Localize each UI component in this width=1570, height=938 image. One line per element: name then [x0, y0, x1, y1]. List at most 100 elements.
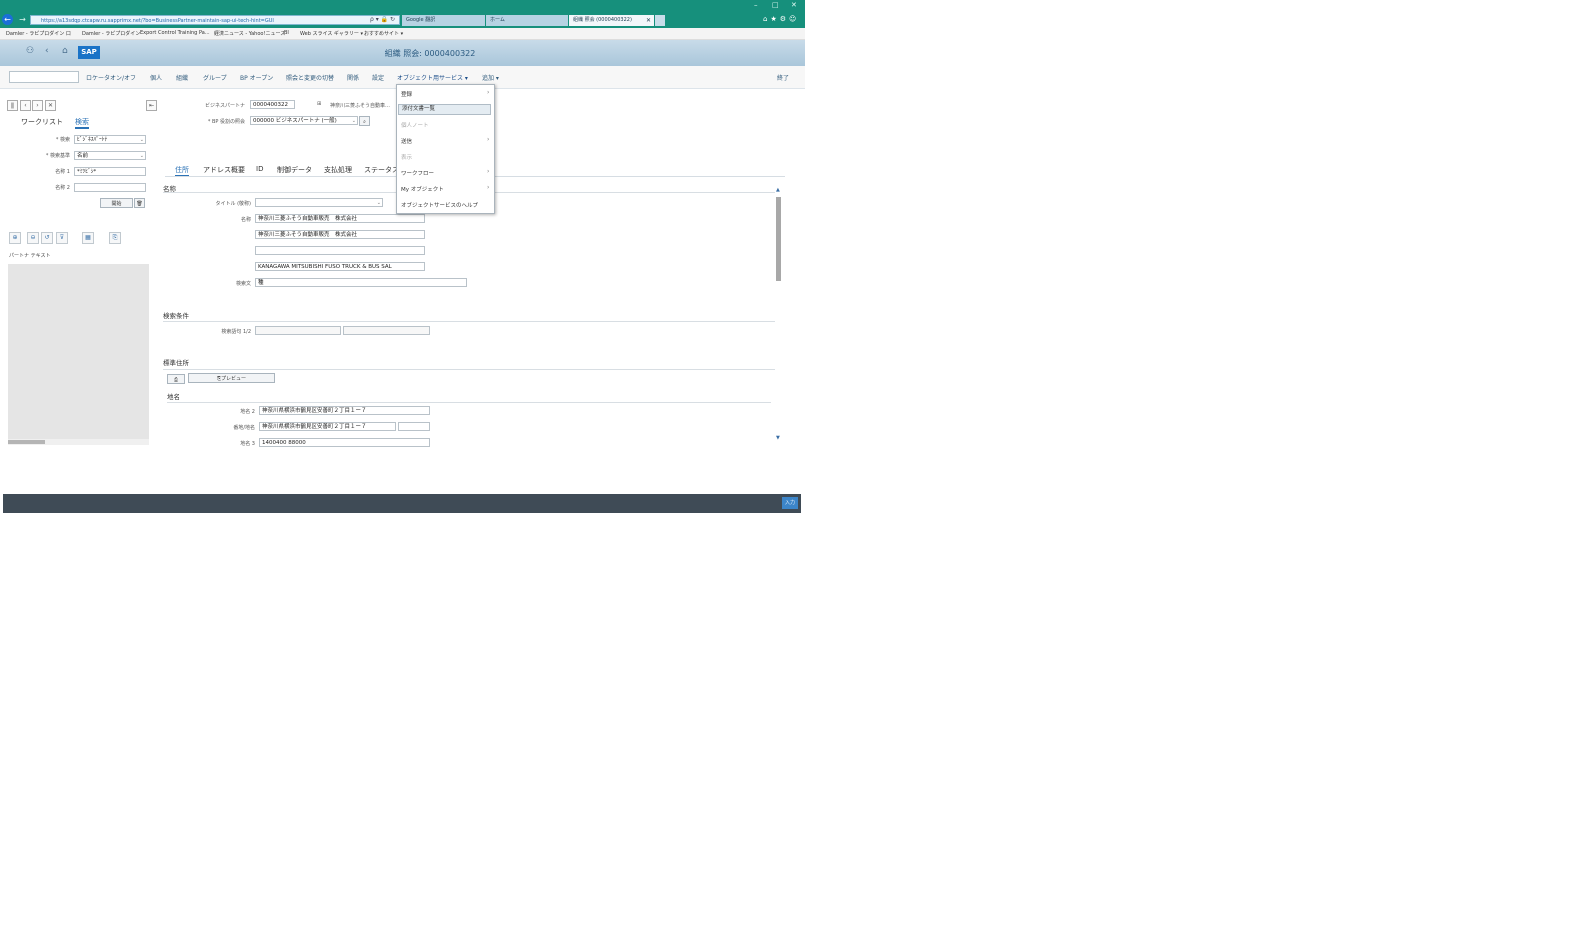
scroll-up-icon[interactable]: ▲	[776, 187, 780, 193]
search-term1-field[interactable]	[255, 326, 341, 335]
preview-button[interactable]: ⎘プレビュー	[188, 373, 275, 383]
dropdown-item-workflow[interactable]: ワークフロー	[401, 169, 434, 177]
sap-logo: SAP	[78, 46, 100, 59]
bp-role-select[interactable]: 000000 ビジネスパートナ (一般) ⌄	[250, 116, 358, 125]
panel-next-button[interactable]: ›	[32, 100, 43, 111]
scroll-down-icon[interactable]: ▼	[776, 435, 780, 441]
favorite-link[interactable]: 経済ニュース - Yahoo!ニュース	[214, 30, 285, 37]
refresh-icon[interactable]: ↺	[41, 232, 53, 244]
browser-tab-home[interactable]: ホーム	[486, 15, 568, 26]
name2-field[interactable]: 神奈川三菱ふそう自動車販売 株式会社	[255, 230, 425, 239]
browser-tab-org-display[interactable]: 組織 照会 (0000400322) ✕	[569, 15, 654, 26]
panel-first-button[interactable]: ǁ	[7, 100, 18, 111]
results-list[interactable]	[8, 264, 149, 439]
main-scrollbar[interactable]: ▲ ▼	[776, 187, 782, 443]
scrollbar-thumb[interactable]	[8, 440, 45, 444]
panel-prev-button[interactable]: ‹	[20, 100, 31, 111]
start-search-button[interactable]: 開始	[100, 198, 133, 208]
tab-status[interactable]: ステータス	[364, 165, 399, 175]
browser-tab-google-translate[interactable]: Google 翻訳	[402, 15, 485, 26]
favorite-link[interactable]: Export Control Training Pa...	[140, 30, 210, 36]
tab-payment[interactable]: 支払処理	[324, 165, 352, 175]
enter-button[interactable]: 入力	[782, 497, 798, 509]
street3-field[interactable]: 1400400 88000	[259, 438, 430, 447]
results-scrollbar[interactable]	[8, 439, 149, 445]
find-select[interactable]: ﾋﾞｼﾞﾈｽﾊﾟｰﾄﾅ ⌄	[74, 135, 146, 144]
menu-organization[interactable]: 組織	[176, 73, 188, 82]
panel-collapse-button[interactable]: ⇤	[146, 100, 157, 111]
name3-field[interactable]	[255, 246, 425, 255]
home-icon[interactable]: ⌂	[62, 46, 68, 56]
find-value: ﾋﾞｼﾞﾈｽﾊﾟｰﾄﾅ	[77, 137, 108, 143]
new-tab-button[interactable]	[655, 15, 665, 26]
favorite-link[interactable]: Web スライス ギャラリー ▾	[300, 30, 363, 37]
section-divider	[167, 402, 771, 403]
tab-worklist[interactable]: ワークリスト	[21, 117, 63, 127]
dropdown-item-send[interactable]: 送信	[401, 137, 412, 145]
back-button[interactable]: ←	[2, 14, 13, 25]
house-street-field[interactable]: 神奈川県横浜市鶴見区安善町２丁目１ー７	[259, 422, 396, 431]
dropdown-item-attachment-list[interactable]: 添付文書一覧	[398, 104, 491, 115]
layout-icon[interactable]: ▦	[82, 232, 94, 244]
name1-field[interactable]: 神奈川三菱ふそう自動車販売 株式会社	[255, 214, 425, 223]
tab-search[interactable]: 検索	[75, 117, 89, 129]
name1-input[interactable]: *ﾐﾂﾋﾞｼ*	[74, 167, 146, 176]
menu-person[interactable]: 個人	[150, 73, 162, 82]
minimize-button[interactable]: –	[754, 1, 758, 9]
name-label: 名称	[240, 217, 251, 223]
favorite-link[interactable]: Damler - ラピプロダイン 口	[6, 30, 71, 37]
title-label: タイトル (敬称)	[215, 201, 252, 207]
menu-search-input[interactable]	[9, 71, 79, 83]
search-term2-field[interactable]	[343, 326, 430, 335]
menu-bp-open[interactable]: BP オープン	[240, 73, 273, 82]
menu-locator-toggle[interactable]: ロケータオン/オフ	[86, 73, 136, 82]
address-bar[interactable]: https://a13sdqp.ctcapw.ru.sapprimx.net/?…	[30, 15, 400, 25]
menu-group[interactable]: グループ	[203, 73, 227, 82]
address-tools[interactable]: ρ ▾ 🔒 ↻	[370, 15, 395, 25]
panel-close-button[interactable]: ✕	[45, 100, 56, 111]
menu-settings[interactable]: 設定	[372, 73, 384, 82]
filter-icon[interactable]: ⊽	[56, 232, 68, 244]
dropdown-item-help[interactable]: オブジェクトサービスのヘルプ	[401, 201, 478, 209]
forward-button[interactable]: →	[17, 14, 28, 25]
menu-relationships[interactable]: 関係	[347, 73, 359, 82]
menu-display-change-toggle[interactable]: 照会と変更の切替	[286, 73, 334, 82]
scrollbar-thumb[interactable]	[776, 197, 781, 281]
favorite-link[interactable]: BI	[284, 30, 289, 36]
close-tab-icon[interactable]: ✕	[646, 15, 651, 26]
bp-number-field[interactable]: 0000400322	[250, 100, 295, 109]
tab-address-overview[interactable]: アドレス概要	[203, 165, 245, 175]
tab-id[interactable]: ID	[256, 165, 263, 173]
name4-field[interactable]: KANAGAWA MITSUBISHI FUSO TRUCK & BUS SAL	[255, 262, 425, 271]
submenu-arrow-icon: ›	[487, 184, 490, 191]
favorite-link[interactable]: おすすめサイト ▾	[364, 30, 403, 37]
favorite-link[interactable]: Damler - ラピプロダイン	[82, 30, 140, 37]
maximize-button[interactable]: □	[772, 1, 779, 9]
name2-input[interactable]	[74, 183, 146, 192]
submenu-arrow-icon: ›	[487, 168, 490, 175]
house-number-field[interactable]	[398, 422, 430, 431]
trash-icon[interactable]: 🗑	[134, 198, 145, 208]
menu-exit[interactable]: 終了	[777, 73, 789, 82]
search-by-select[interactable]: 名前 ⌄	[74, 151, 146, 160]
house-street-label: 番地/地名	[233, 425, 255, 431]
title-select[interactable]: ⌄	[255, 198, 383, 207]
close-window-button[interactable]: ✕	[791, 1, 797, 9]
short-search-field[interactable]: 種	[255, 278, 467, 287]
street2-field[interactable]: 神奈川県横浜市鶴見区安善町２丁目１ー７	[259, 406, 430, 415]
search-icon[interactable]: ⌕	[359, 116, 370, 126]
user-icon[interactable]: ⚇	[26, 46, 34, 56]
tab-control-data[interactable]: 制御データ	[277, 165, 312, 175]
dropdown-item-my-objects[interactable]: My オブジェクト	[401, 185, 444, 193]
dropdown-item-create[interactable]: 登録	[401, 90, 412, 98]
zoom-out-icon[interactable]: ⊖	[27, 232, 39, 244]
zoom-in-icon[interactable]: ⊕	[9, 232, 21, 244]
name2-label: 名称 2	[55, 185, 70, 191]
browser-toolbar-icons[interactable]: ⌂★⚙☺	[763, 15, 799, 23]
preview-label: プレビュー	[221, 376, 247, 382]
map-icon[interactable]: ⎙	[167, 374, 185, 384]
menu-more[interactable]: 追加 ▾	[482, 73, 499, 82]
back-nav-icon[interactable]: ‹	[45, 46, 49, 56]
export-icon[interactable]: ⎘	[109, 232, 121, 244]
menu-object-services[interactable]: オブジェクト用サービス ▾	[397, 73, 468, 82]
